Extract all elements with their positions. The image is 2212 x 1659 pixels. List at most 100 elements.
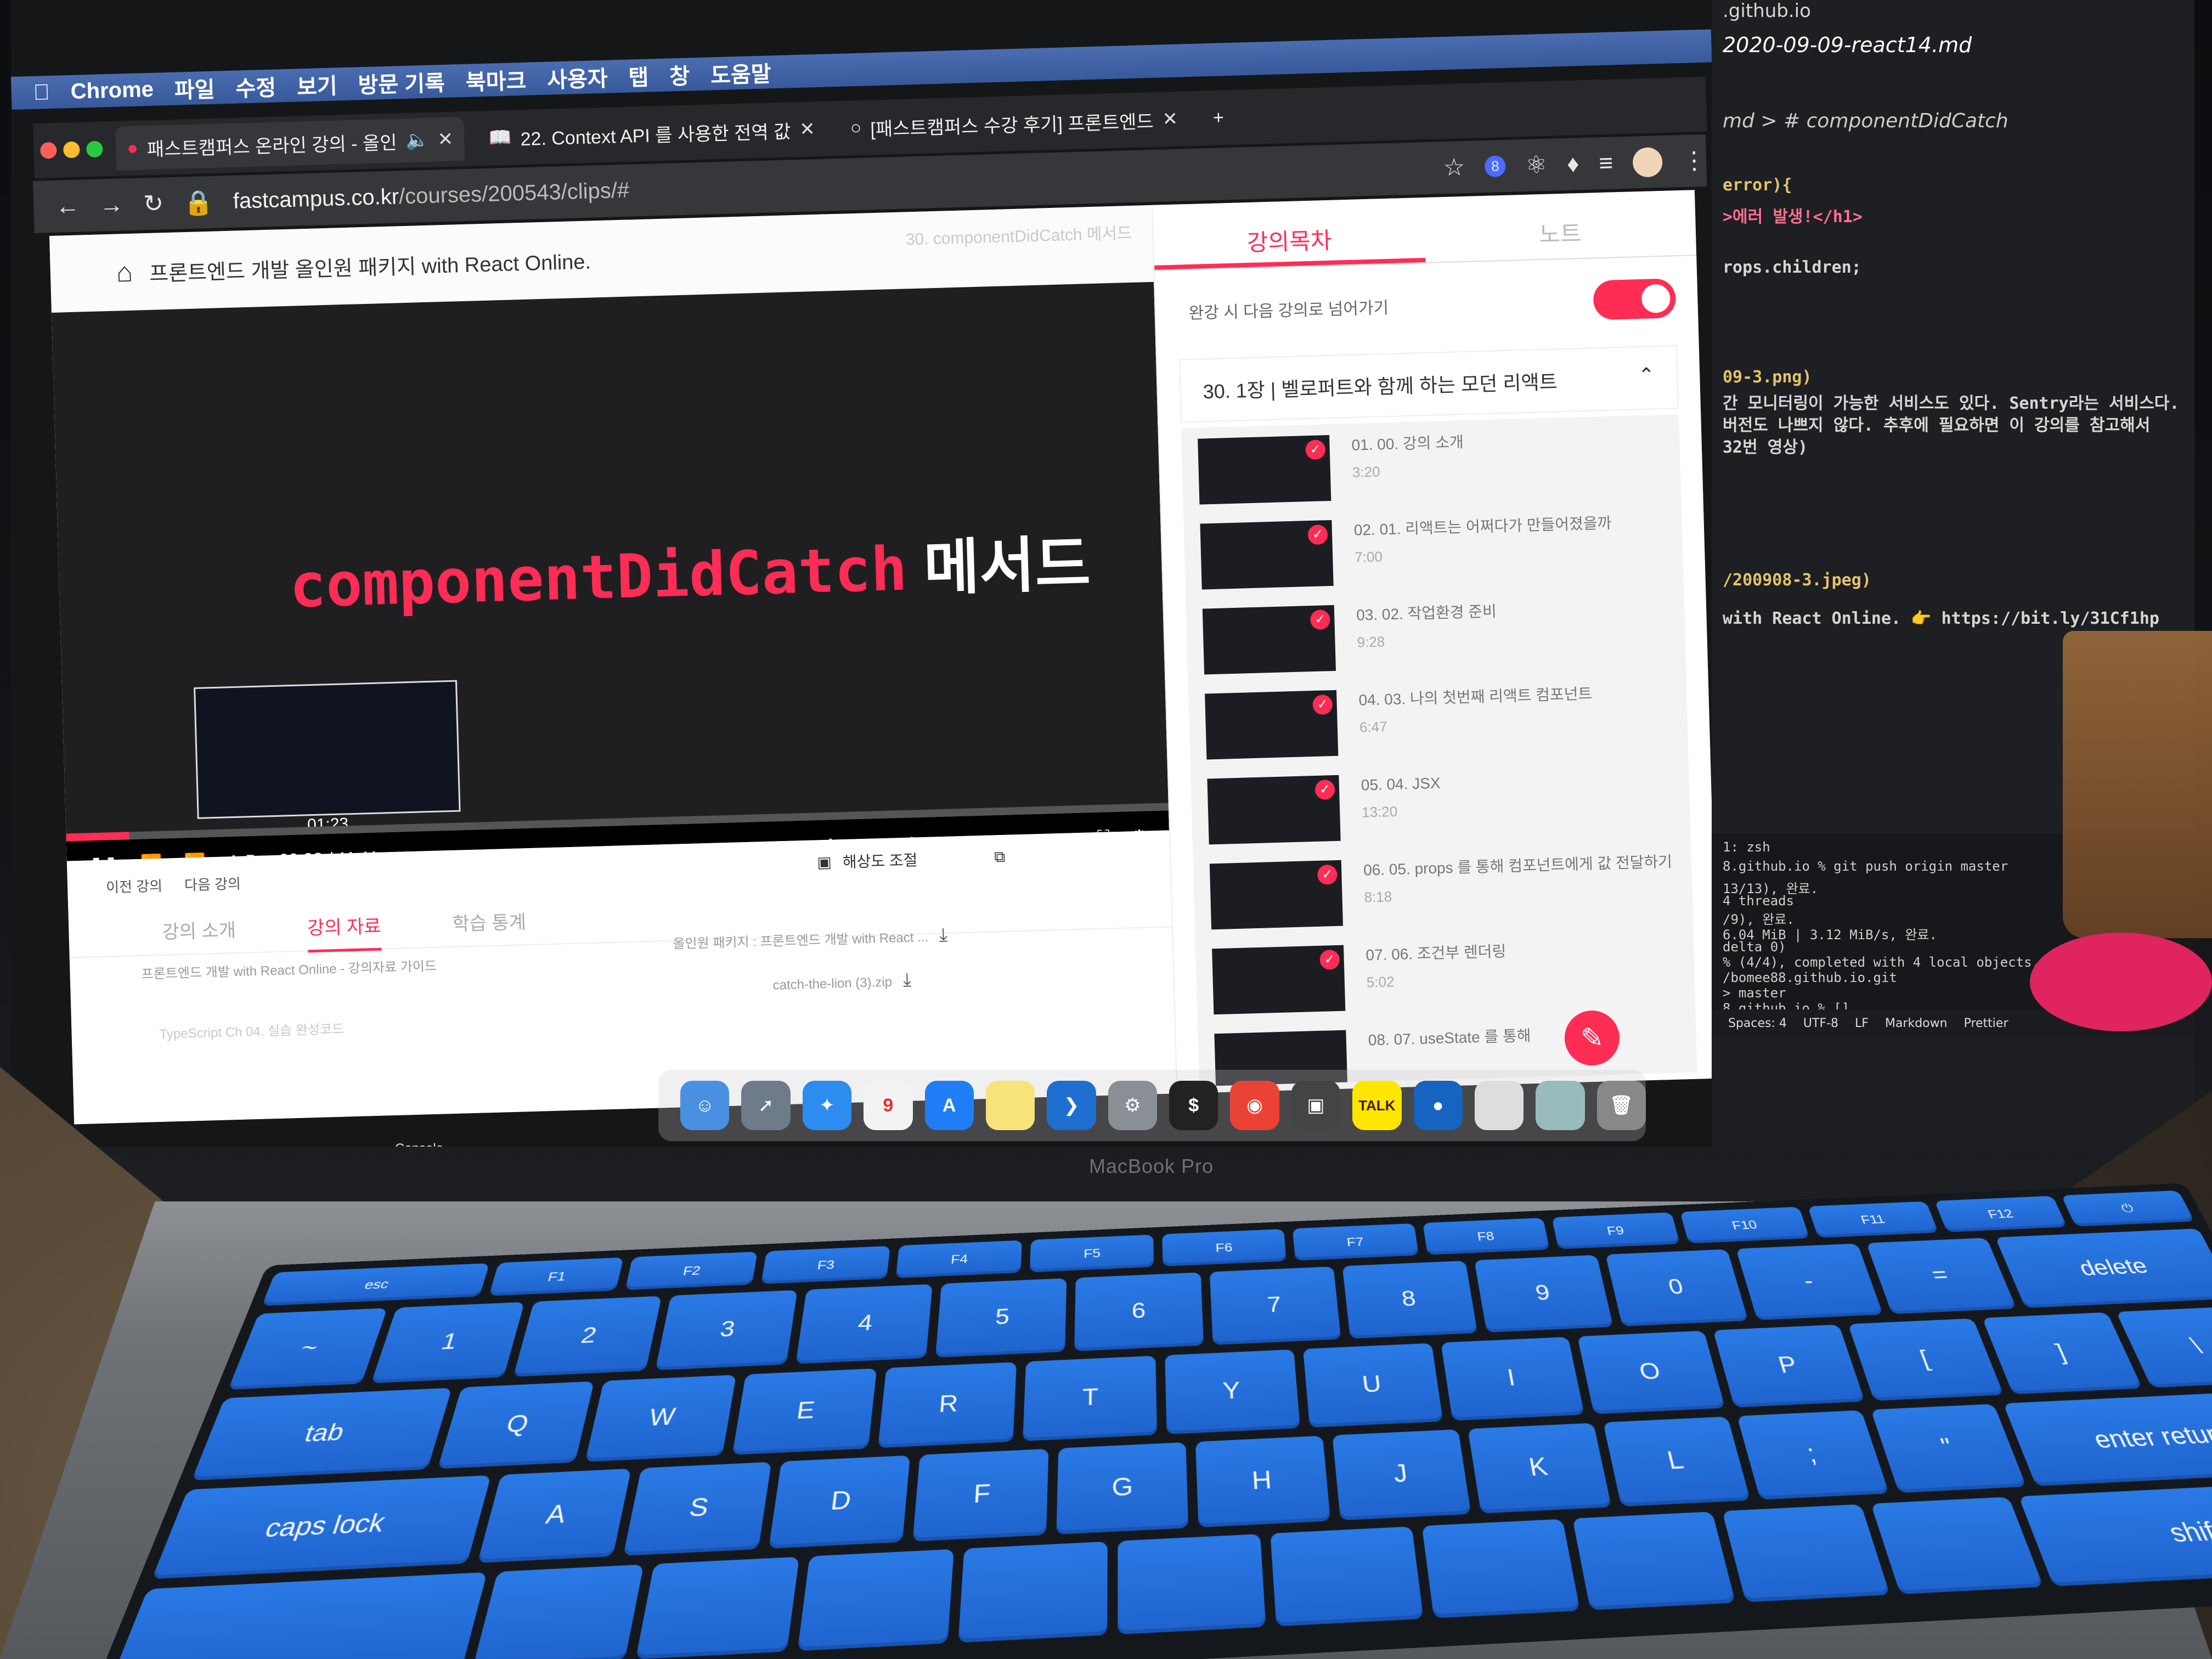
lesson-item[interactable]: ✓ 03. 02. 작업환경 준비 9:28 [1202,596,1670,694]
chevron-up-icon[interactable]: ⌃ [1638,363,1655,392]
browser-tab-review[interactable]: ○ [패스트캠퍼스 수강 후기] 프론트엔드 ✕ [839,97,1189,150]
key-0[interactable]: 0 [1605,1249,1749,1327]
key-q[interactable]: Q [437,1381,595,1469]
key-x[interactable] [636,1556,800,1659]
system-preferences-gear-icon[interactable]: ⚙ [1108,1081,1157,1130]
safari-compass-icon[interactable]: ✦ [802,1081,852,1130]
key-equals[interactable]: = [1866,1238,2017,1314]
key-h[interactable]: H [1195,1436,1330,1528]
key-z[interactable] [473,1564,644,1659]
key-delete[interactable]: delete [1995,1228,2212,1308]
calendar-icon[interactable]: 9 [864,1081,913,1130]
close-tab-icon[interactable]: ✕ [1162,108,1178,131]
key-s[interactable]: S [623,1462,772,1556]
status-prettier[interactable]: Prettier [1964,1017,2008,1030]
reading-list-icon[interactable]: ≡ [1599,149,1613,177]
key-7[interactable]: 7 [1209,1266,1341,1345]
tab-stats[interactable]: 학습 통계 [452,907,527,946]
document-icon[interactable] [1474,1081,1524,1130]
menu-item-people[interactable]: 사용자 [546,61,608,94]
menu-item-view[interactable]: 보기 [296,68,337,101]
lesson-item[interactable]: ✓ 01. 00. 강의 소개 3:20 [1198,426,1665,524]
vscode-icon[interactable]: ❯ [1047,1081,1096,1130]
menu-item-bookmarks[interactable]: 북마크 [465,63,527,97]
profile-avatar[interactable] [1632,146,1663,178]
key-a[interactable]: A [477,1468,632,1563]
editor-tab-title[interactable]: 2020-09-09-react14.md [1723,33,1972,57]
key-f4[interactable]: F4 [895,1240,1023,1278]
apple-icon[interactable]:  [33,80,50,105]
menu-item-history[interactable]: 방문 기록 [358,65,445,99]
key-4[interactable]: 4 [795,1284,933,1364]
lesson-item[interactable]: ✓ 05. 04. JSX 13:20 [1207,766,1674,864]
key-comma[interactable] [1572,1511,1736,1611]
key-n[interactable] [1270,1526,1424,1627]
pip-icon[interactable]: ⧉ [994,848,1006,866]
autoplay-toggle[interactable] [1593,278,1677,320]
key-minus[interactable]: - [1736,1243,1883,1321]
power-icon[interactable]: ⏻ [2061,1190,2195,1227]
key-f6[interactable]: F6 [1162,1229,1287,1267]
key-i[interactable]: I [1440,1336,1584,1421]
key-6[interactable]: 6 [1074,1272,1204,1352]
react-devtools-icon[interactable]: ⚛ [1525,151,1548,179]
key-tilde[interactable]: ~ [228,1308,388,1390]
key-r[interactable]: R [877,1362,1017,1448]
download-icon[interactable]: ⤓ [939,924,947,945]
status-encoding[interactable]: UTF-8 [1803,1017,1838,1030]
extensions-puzzle-icon[interactable]: ♦ [1566,150,1579,178]
extension-badge[interactable]: 8 [1484,155,1506,178]
menu-item-help[interactable]: 도움말 [710,56,772,89]
kakaotalk-icon[interactable]: TALK [1352,1081,1402,1130]
key-e[interactable]: E [732,1368,877,1455]
key-esc[interactable]: esc [262,1263,490,1306]
key-w[interactable]: W [585,1375,736,1462]
chrome-menu-icon[interactable]: ⋮ [1681,146,1706,175]
key-caps-lock[interactable]: caps lock [151,1475,491,1579]
menu-item-tab[interactable]: 탭 [628,60,649,92]
back-arrow-icon[interactable]: ← [55,192,80,220]
key-d[interactable]: D [768,1455,911,1549]
key-right-bracket[interactable]: ] [1982,1312,2142,1395]
video-player[interactable]: componentDidCatch 메서드 01:23 ❚❚ ⏪ ⏩ A-B 0… [51,281,1170,861]
forward-arrow-icon[interactable]: → [99,191,124,219]
key-f9[interactable]: F9 [1551,1212,1680,1249]
home-icon[interactable]: ⌂ [116,256,133,289]
lesson-item[interactable]: ✓ 06. 05. props 를 통해 컴포넌트에게 값 전달하기 8:18 [1209,851,1677,949]
key-5[interactable]: 5 [935,1278,1067,1358]
status-eol[interactable]: LF [1855,1017,1869,1030]
key-g[interactable]: G [1056,1442,1189,1534]
bookmark-star-icon[interactable]: ☆ [1443,153,1465,182]
next-lecture-link[interactable]: 다음 강의 [184,873,241,895]
tab-notes[interactable]: 노트 [1424,190,1696,262]
key-slash[interactable] [1870,1497,2044,1594]
menu-item-edit[interactable]: 수정 [235,70,276,103]
key-f10[interactable]: F10 [1680,1206,1810,1244]
key-o[interactable]: O [1577,1330,1725,1414]
key-8[interactable]: 8 [1342,1260,1478,1339]
key-f5[interactable]: F5 [1029,1234,1154,1273]
finder-icon[interactable]: ☺ [680,1081,730,1130]
key-f1[interactable]: F1 [488,1257,624,1296]
key-f12[interactable]: F12 [1934,1195,2067,1232]
prev-lecture-link[interactable]: 이전 강의 [106,875,163,897]
notes-icon[interactable] [985,1081,1035,1130]
reload-icon[interactable]: ↻ [143,189,164,218]
menu-item-window[interactable]: 창 [669,58,690,91]
box-3d-icon[interactable]: ▣ [1291,1081,1341,1130]
key-c[interactable] [797,1549,955,1651]
app-store-icon[interactable]: A [924,1081,974,1130]
tab-materials[interactable]: 강의 자료 [307,911,382,953]
key-v[interactable] [958,1541,1108,1643]
key-f11[interactable]: F11 [1808,1201,1939,1238]
key-shift-right[interactable]: shift [2018,1481,2212,1587]
key-l[interactable]: L [1602,1417,1751,1507]
download-icon[interactable]: ⤓ [902,969,911,990]
key-shift-left[interactable] [108,1572,488,1659]
status-indent[interactable]: Spaces: 4 [1728,1017,1787,1030]
preview-icon[interactable] [1536,1081,1585,1130]
key-enter[interactable]: enter return [2003,1390,2212,1486]
key-f8[interactable]: F8 [1422,1217,1550,1255]
speaker-icon[interactable]: 🔈 [405,129,429,151]
key-p[interactable]: P [1713,1324,1865,1408]
